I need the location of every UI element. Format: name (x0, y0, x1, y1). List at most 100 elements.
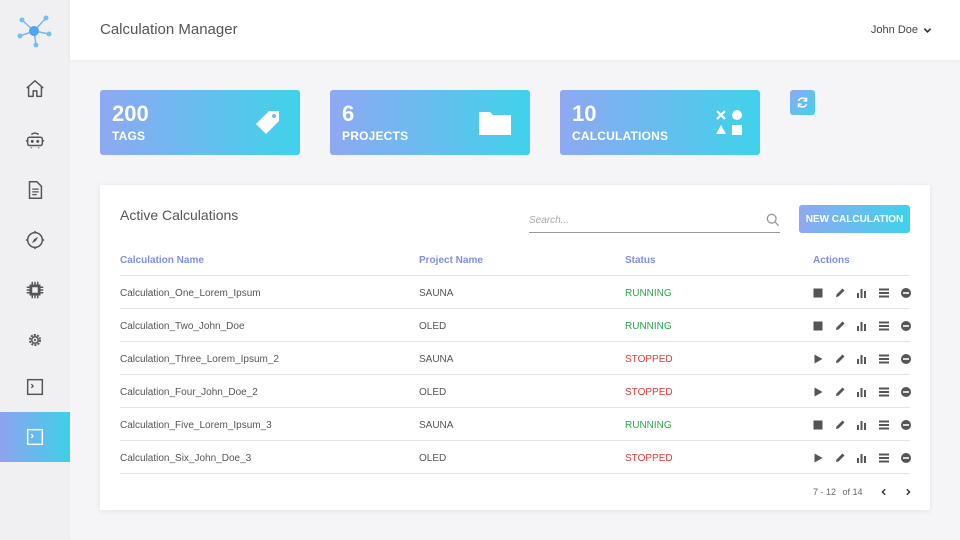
minus-circle-icon (900, 353, 912, 365)
edit-button[interactable] (834, 287, 846, 299)
details-button[interactable] (878, 386, 890, 398)
list-icon (878, 353, 890, 365)
stats-button[interactable] (856, 419, 868, 431)
table-row[interactable]: Calculation_Two_John_Doe OLED RUNNING (120, 309, 912, 342)
table-row[interactable]: Calculation_One_Lorem_Ipsum SAUNA RUNNING (120, 276, 912, 309)
stat-card-calculations[interactable]: 10 CALCULATIONS (560, 90, 760, 155)
sidebar-item-chip[interactable] (0, 265, 70, 315)
details-button[interactable] (878, 320, 890, 332)
column-header-project-name[interactable]: Project Name (419, 255, 483, 266)
row-actions (812, 353, 912, 365)
sidebar (0, 0, 70, 540)
remove-button[interactable] (900, 452, 912, 464)
pencil-icon (834, 452, 846, 464)
pagination-info: 7 - 12 of 14 (813, 487, 863, 497)
pencil-icon (834, 320, 846, 332)
page-title: Calculation Manager (100, 21, 238, 38)
details-button[interactable] (878, 452, 890, 464)
user-menu[interactable]: John Doe (871, 24, 932, 36)
project-name: OLED (419, 453, 447, 464)
gear-icon (28, 333, 42, 347)
table-row[interactable]: Calculation_Six_John_Doe_3 OLED STOPPED (120, 441, 912, 474)
bar-chart-icon (856, 452, 868, 464)
play-button[interactable] (812, 452, 824, 464)
previous-page-button[interactable] (878, 486, 890, 498)
row-actions (812, 452, 912, 464)
details-button[interactable] (878, 287, 890, 299)
stats-button[interactable] (856, 353, 868, 365)
sidebar-item-home[interactable] (0, 64, 70, 114)
status-badge: STOPPED (625, 387, 673, 398)
table-row[interactable]: Calculation_Five_Lorem_Ipsum_3 SAUNA RUNNI… (120, 408, 912, 441)
row-actions (812, 419, 912, 431)
row-actions (812, 386, 912, 398)
status-badge: STOPPED (625, 453, 673, 464)
column-header-calculation-name[interactable]: Calculation Name (120, 255, 204, 266)
stat-card-projects[interactable]: 6 PROJECTS (330, 90, 530, 155)
edit-button[interactable] (834, 320, 846, 332)
table-header: Calculation Name Project Name Status Act… (120, 249, 910, 276)
table-row[interactable]: Calculation_Four_John_Doe_2 OLED STOPPED (120, 375, 912, 408)
chip-icon (26, 281, 44, 299)
stats-button[interactable] (856, 386, 868, 398)
project-name: SAUNA (419, 354, 454, 365)
chevron-left-icon (881, 488, 886, 496)
column-header-status[interactable]: Status (625, 255, 656, 266)
user-name: John Doe (870, 24, 918, 36)
remove-button[interactable] (900, 419, 912, 431)
pagination-total: of 14 (842, 487, 863, 497)
minus-circle-icon (900, 386, 912, 398)
table-row[interactable]: Calculation_Three_Lorem_Ipsum_2 SAUNA STOP… (120, 342, 912, 375)
pencil-icon (834, 353, 846, 365)
project-name: OLED (419, 321, 447, 332)
edit-button[interactable] (834, 386, 846, 398)
search-icon[interactable] (766, 213, 780, 227)
details-button[interactable] (878, 353, 890, 365)
stats-button[interactable] (856, 452, 868, 464)
stop-button[interactable] (812, 287, 824, 299)
play-button[interactable] (812, 386, 824, 398)
row-actions (812, 320, 912, 332)
list-icon (878, 386, 890, 398)
terminal-active-icon (26, 428, 44, 446)
remove-button[interactable] (900, 287, 912, 299)
play-button[interactable] (812, 353, 824, 365)
stats-button[interactable] (856, 320, 868, 332)
stop-icon (812, 419, 824, 431)
stop-button[interactable] (812, 419, 824, 431)
terminal-icon (26, 378, 44, 396)
minus-circle-icon (900, 287, 912, 299)
edit-button[interactable] (834, 452, 846, 464)
sidebar-item-compass[interactable] (0, 215, 70, 265)
list-icon (878, 419, 890, 431)
pagination-range: 7 - 12 (813, 487, 837, 497)
refresh-button[interactable] (790, 90, 815, 115)
details-button[interactable] (878, 419, 890, 431)
sidebar-item-terminal-active[interactable] (0, 412, 70, 462)
tag-icon (256, 111, 279, 134)
edit-button[interactable] (834, 419, 846, 431)
refresh-icon (797, 97, 808, 108)
calculation-name: Calculation_Three_Lorem_Ipsum_2 (120, 354, 279, 365)
project-name: OLED (419, 387, 447, 398)
list-icon (878, 320, 890, 332)
edit-button[interactable] (834, 353, 846, 365)
sidebar-item-documents[interactable] (0, 165, 70, 215)
remove-button[interactable] (900, 320, 912, 332)
next-page-button[interactable] (902, 486, 914, 498)
bar-chart-icon (856, 287, 868, 299)
remove-button[interactable] (900, 353, 912, 365)
remove-button[interactable] (900, 386, 912, 398)
stop-button[interactable] (812, 320, 824, 332)
chevron-right-icon (906, 488, 911, 496)
stat-card-tags[interactable]: 200 TAGS (100, 90, 300, 155)
sidebar-item-robot[interactable] (0, 115, 70, 165)
sidebar-item-terminal[interactable] (0, 362, 70, 412)
status-badge: RUNNING (625, 288, 672, 299)
new-calculation-button[interactable]: NEW CALCULATION (799, 205, 910, 233)
minus-circle-icon (900, 320, 912, 332)
search-input[interactable] (529, 209, 749, 231)
stats-button[interactable] (856, 287, 868, 299)
sidebar-item-settings[interactable] (0, 315, 70, 365)
row-actions (812, 287, 912, 299)
